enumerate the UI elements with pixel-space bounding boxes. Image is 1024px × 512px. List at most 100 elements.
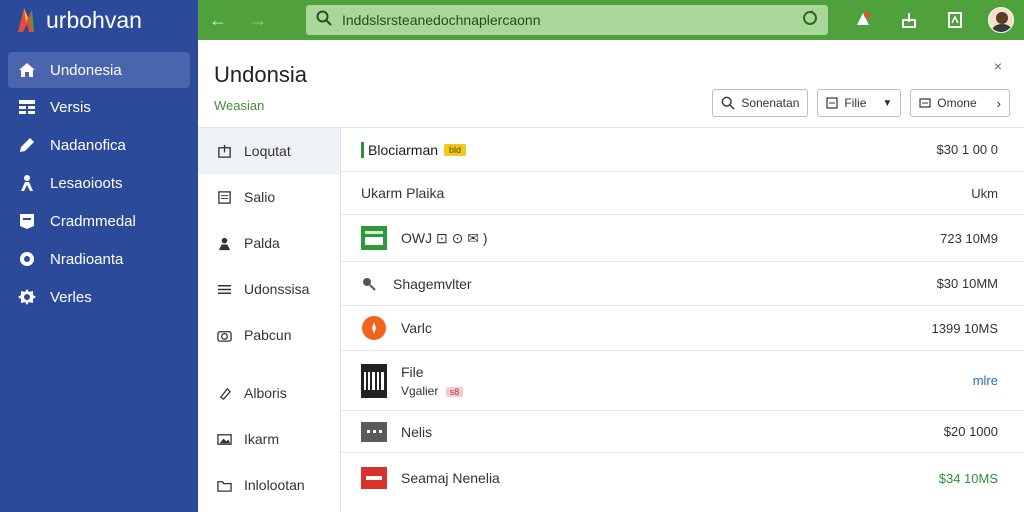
chevron-right-icon: › [996,95,1001,111]
avatar[interactable] [988,7,1014,33]
submenu-item-ikarm[interactable]: Ikarm [198,416,340,462]
sidebar-item-label: Cradmmedal [50,212,136,230]
list-item-subtitle-wrap: Vgalier s8 [401,383,464,398]
list-icon [216,281,232,297]
list-item-subtitle: Vgalier [401,383,439,398]
sidebar-item-versis[interactable]: Versis [0,88,198,126]
list-item-value: $30 10MM [936,276,998,291]
table-icon [16,96,38,118]
sidebar-item-label: Undonesia [50,61,122,79]
list-item[interactable]: Varlc 1399 10MS [341,306,1024,351]
image-icon [216,431,232,447]
badge-icon [16,210,38,232]
back-arrow-icon[interactable]: ← [198,0,238,40]
list-item-value[interactable]: mlre [973,373,998,388]
orange-circle-icon [361,316,387,340]
list-item-text: File Vgalier s8 [401,363,464,398]
folder-icon [216,477,232,493]
logo-icon [14,6,38,34]
sidebar-item-lesaoioots[interactable]: Lesaoioots [0,164,198,202]
sidebar-item-label: Verles [50,288,92,306]
list-item[interactable]: OWJ ⊡ ⊙ ✉ ) 723 10M9 [341,215,1024,262]
submenu-item-udonssisa[interactable]: Udonssisa [198,266,340,312]
submenu-label: Pabcun [244,327,292,343]
share-icon[interactable] [896,7,922,33]
sidebar-item-cradmmedal[interactable]: Cradmmedal [0,202,198,240]
status-badge: s8 [445,386,464,397]
forward-arrow-icon[interactable]: → [238,0,278,40]
sidebar-nav: Undonesia Versis Nadanofica Lesaoioots C… [0,52,198,316]
page-title: Undonsia [214,62,307,87]
submenu-label: Palda [244,235,280,251]
list-item[interactable]: Seamaj Nenelia $34 10MS [341,453,1024,503]
sidebar-item-nradioanta[interactable]: Nradioanta [0,240,198,278]
pencil-icon [16,134,38,156]
person-icon [16,172,38,194]
sidebar-item-undonesia[interactable]: Undonesia [8,52,190,88]
top-bar: ← → [198,0,1024,40]
submenu-label: Alboris [244,385,287,401]
gear-icon [16,248,38,270]
status-badge: bld [444,143,467,156]
sidebar-item-verles[interactable]: Verles [0,278,198,316]
brand[interactable]: urbohvan [0,0,198,40]
menu-icon [919,98,931,108]
page-subtitle: Weasian [214,98,265,113]
list-item[interactable]: File Vgalier s8 mlre [341,351,1024,411]
list-item-title: Varlc [401,320,432,336]
list-item-title: File [401,363,424,380]
attachment-icon [216,385,232,401]
list-item[interactable]: Shagemvlter $30 10MM [341,262,1024,306]
more-button-label: Omone [937,96,977,110]
list-item-title: Seamaj Nenelia [401,470,500,486]
header-buttons: Sonenatan Filie ▼ Omone › [712,89,1010,117]
barcode-icon [361,363,387,398]
list-item-value: 1399 10MS [931,320,999,336]
list-item[interactable]: Nelis $20 1000 [341,411,1024,453]
submenu-label: Loqutat [244,143,291,159]
submenu-item-palda[interactable]: Palda [198,220,340,266]
notification-icon[interactable] [850,7,876,33]
sidebar: urbohvan Undonesia Versis Nadanofica Les… [0,0,198,512]
list-item-value: $30 1 00 0 [936,142,998,157]
submenu-item-salio[interactable]: Salio [198,174,340,220]
submenu-label: Salio [244,189,276,205]
close-icon[interactable]: × [994,58,1002,74]
refresh-icon[interactable] [802,9,818,31]
list-item-title: Blociarman [361,141,438,158]
file-button[interactable]: Filie ▼ [817,89,902,117]
sidebar-item-label: Lesaoioots [50,174,123,192]
submenu-label: Udonssisa [244,281,310,297]
search-input[interactable] [342,12,792,28]
file-icon [826,97,838,109]
list-item-title: Nelis [401,423,433,440]
list-item[interactable]: Ukarm Plaika Ukm [341,172,1024,215]
settings-icon [16,286,38,308]
secondary-menu: Loqutat Salio Palda Udonssisa Pabcun Alb… [198,128,341,512]
list-item-value: $34 10MS [938,470,998,486]
page-header: Undonsia Weasian × Sonenatan Filie ▼ Omo… [198,40,1024,128]
submenu-item-pabcun[interactable]: Pabcun [198,312,340,358]
sidebar-item-label: Versis [50,98,91,116]
sidebar-item-label: Nadanofica [50,136,126,154]
top-actions [850,0,1014,40]
item-list: Blociarman bld $30 1 00 0 Ukarm Plaika U… [341,128,1024,512]
submenu-item-alboris[interactable]: Alboris [198,370,340,416]
sidebar-item-nadanofica[interactable]: Nadanofica [0,126,198,164]
list-item-value: 723 10M9 [940,230,998,246]
search-button[interactable]: Sonenatan [712,89,809,117]
submenu-label: Inlolootan [244,477,305,493]
camera-icon [216,327,232,343]
submenu-item-loqutat[interactable]: Loqutat [198,128,340,174]
search-icon [721,96,735,110]
bookmark-icon[interactable] [942,7,968,33]
submenu-item-inlolootan[interactable]: Inlolootan [198,462,340,508]
green-doc-icon [361,226,387,250]
link-icon [361,273,377,295]
search-bar[interactable] [306,5,828,35]
list-item[interactable]: Blociarman bld $30 1 00 0 [341,128,1024,172]
user-icon [216,235,232,251]
list-item-title: OWJ ⊡ ⊙ ✉ ) [401,229,488,246]
brand-name: urbohvan [46,6,142,33]
more-button[interactable]: Omone › [910,89,1010,117]
